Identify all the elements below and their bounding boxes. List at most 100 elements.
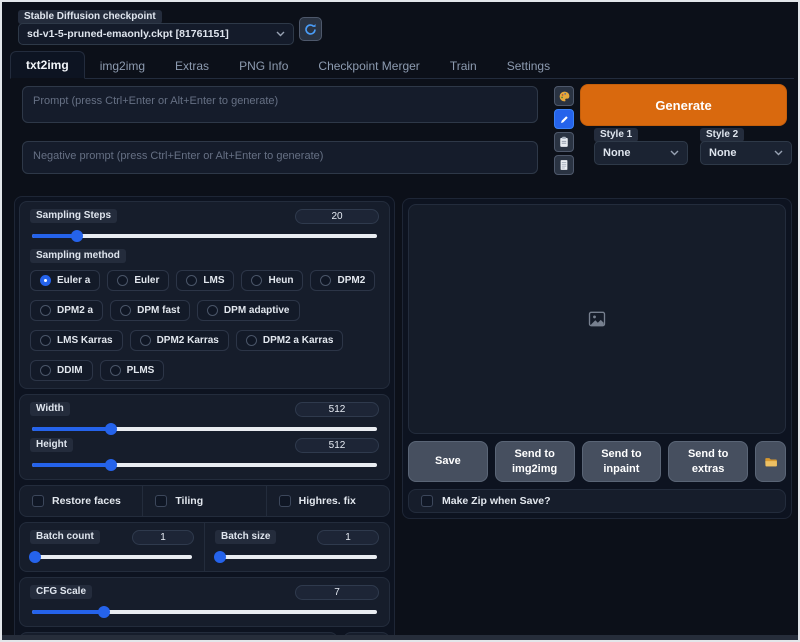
radio-icon	[207, 305, 218, 316]
save-button[interactable]: Save	[408, 441, 488, 482]
sampling-steps-slider[interactable]	[32, 234, 377, 238]
dimensions-panel: Width 512 Height 512	[19, 394, 390, 480]
app-root: Stable Diffusion checkpoint sd-v1-5-prun…	[2, 2, 798, 640]
brush-button[interactable]	[554, 109, 574, 129]
radio-icon	[40, 305, 51, 316]
palette-button[interactable]	[554, 86, 574, 106]
batch-size-value[interactable]: 1	[317, 530, 379, 545]
cfg-scale-label: CFG Scale	[30, 585, 92, 599]
sampler-dpm2-a-karras[interactable]: DPM2 a Karras	[236, 330, 344, 351]
tab-png-info[interactable]: PNG Info	[224, 53, 303, 79]
radio-icon	[110, 365, 121, 376]
notepad-button[interactable]	[554, 155, 574, 175]
radio-icon	[320, 275, 331, 286]
batch-count-value[interactable]: 1	[132, 530, 194, 545]
image-placeholder-icon	[587, 309, 607, 329]
tab-bar: txt2img img2img Extras PNG Info Checkpoi…	[10, 51, 794, 79]
style1-dropdown[interactable]: None	[594, 141, 688, 165]
cfg-scale-slider[interactable]	[32, 610, 377, 614]
restore-faces-checkbox[interactable]: Restore faces	[20, 486, 142, 516]
sampling-steps-value[interactable]: 20	[295, 209, 379, 224]
sampler-euler[interactable]: Euler	[107, 270, 169, 291]
radio-icon	[40, 365, 51, 376]
send-to-inpaint-button[interactable]: Send to inpaint	[582, 441, 662, 482]
chevron-down-icon	[276, 31, 285, 37]
make-zip-checkbox[interactable]: Make Zip when Save?	[408, 489, 786, 513]
radio-icon	[40, 335, 51, 346]
clipboard-icon	[558, 136, 570, 148]
radio-selected-icon	[40, 275, 51, 286]
tab-img2img[interactable]: img2img	[85, 53, 160, 79]
checkbox-icon	[32, 495, 44, 507]
radio-icon	[246, 335, 257, 346]
sampler-lms-karras[interactable]: LMS Karras	[30, 330, 123, 351]
slider-thumb[interactable]	[71, 230, 83, 242]
style2-label: Style 2	[700, 128, 744, 142]
batch-size-slider[interactable]	[217, 555, 377, 559]
style2-value: None	[709, 147, 737, 159]
result-gallery	[408, 204, 786, 434]
radio-icon	[120, 305, 131, 316]
slider-thumb[interactable]	[98, 606, 110, 618]
open-folder-button[interactable]	[755, 441, 786, 482]
send-to-img2img-button[interactable]: Send to img2img	[495, 441, 575, 482]
slider-thumb[interactable]	[29, 551, 41, 563]
tab-checkpoint-merger[interactable]: Checkpoint Merger	[303, 53, 434, 79]
batch-size-label: Batch size	[215, 530, 276, 544]
cfg-panel: CFG Scale 7	[19, 577, 390, 627]
sampler-dpm2-a[interactable]: DPM2 a	[30, 300, 103, 321]
radio-icon	[140, 335, 151, 346]
refresh-checkpoint-button[interactable]	[299, 17, 322, 41]
width-label: Width	[30, 402, 70, 416]
height-slider[interactable]	[32, 463, 377, 467]
radio-icon	[117, 275, 128, 286]
clipboard-button[interactable]	[554, 132, 574, 152]
sampling-panel: Sampling Steps 20 Sampling method Euler …	[19, 201, 390, 389]
checkbox-icon	[421, 495, 433, 507]
slider-thumb[interactable]	[105, 459, 117, 471]
folder-icon	[764, 455, 778, 469]
palette-icon	[558, 90, 571, 103]
tab-extras[interactable]: Extras	[160, 53, 224, 79]
height-value[interactable]: 512	[295, 438, 379, 453]
width-slider[interactable]	[32, 427, 377, 431]
width-value[interactable]: 512	[295, 402, 379, 417]
sampling-method-label: Sampling method	[30, 249, 126, 263]
tiling-checkbox[interactable]: Tiling	[142, 486, 265, 516]
sampler-heun[interactable]: Heun	[241, 270, 303, 291]
prompt-input[interactable]	[22, 86, 538, 123]
sampler-plms[interactable]: PLMS	[100, 360, 165, 381]
tab-txt2img[interactable]: txt2img	[10, 51, 85, 79]
send-to-extras-button[interactable]: Send to extras	[668, 441, 748, 482]
sampler-dpm2-karras[interactable]: DPM2 Karras	[130, 330, 229, 351]
output-column: Save Send to img2img Send to inpaint Sen…	[402, 198, 792, 519]
generate-button[interactable]: Generate	[580, 84, 787, 126]
checkpoint-value: sd-v1-5-pruned-emaonly.ckpt [81761151]	[27, 28, 229, 40]
tab-settings[interactable]: Settings	[492, 53, 565, 79]
radio-icon	[186, 275, 197, 286]
sampler-ddim[interactable]: DDIM	[30, 360, 93, 381]
checkpoint-label: Stable Diffusion checkpoint	[18, 10, 162, 24]
sampler-dpm2[interactable]: DPM2	[310, 270, 375, 291]
checkbox-icon	[279, 495, 291, 507]
cfg-scale-value[interactable]: 7	[295, 585, 379, 600]
sampler-lms[interactable]: LMS	[176, 270, 234, 291]
tab-train[interactable]: Train	[435, 53, 492, 79]
notepad-icon	[558, 159, 570, 171]
brush-icon	[559, 114, 570, 125]
sampler-euler-a[interactable]: Euler a	[30, 270, 100, 291]
sampler-dpm-adaptive[interactable]: DPM adaptive	[197, 300, 300, 321]
radio-icon	[251, 275, 262, 286]
batch-count-group: Batch count 1	[20, 523, 204, 571]
chevron-down-icon	[774, 150, 783, 156]
slider-thumb[interactable]	[105, 423, 117, 435]
window-frame: Stable Diffusion checkpoint sd-v1-5-prun…	[0, 0, 800, 642]
checkpoint-dropdown[interactable]: sd-v1-5-pruned-emaonly.ckpt [81761151]	[18, 23, 294, 45]
negative-prompt-input[interactable]	[22, 141, 538, 174]
slider-thumb[interactable]	[214, 551, 226, 563]
batch-count-slider[interactable]	[32, 555, 192, 559]
style1-label: Style 1	[594, 128, 638, 142]
style2-dropdown[interactable]: None	[700, 141, 792, 165]
sampler-dpm-fast[interactable]: DPM fast	[110, 300, 190, 321]
highres-fix-checkbox[interactable]: Highres. fix	[266, 486, 389, 516]
